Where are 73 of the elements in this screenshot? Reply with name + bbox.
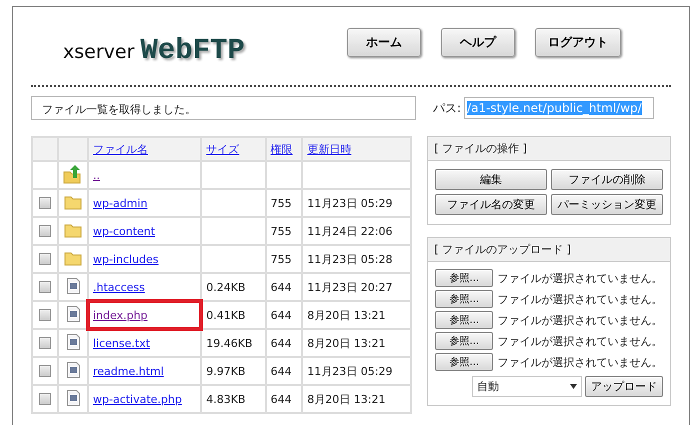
operation-button[interactable]: ファイルの削除 [551,169,663,190]
date-cell: 8月20日 13:21 [307,308,386,322]
permission-cell: 644 [270,308,292,322]
checkbox[interactable] [39,225,51,238]
browse-button[interactable]: 参照... [435,353,494,371]
browse-button[interactable]: 参照... [435,332,494,350]
document-icon [66,306,80,322]
checkbox[interactable] [39,337,51,350]
document-icon [66,390,80,406]
size-cell: 0.41KB [206,308,246,322]
file-status: ファイルが選択されていません。 [497,354,662,370]
size-cell: 4.83KB [206,392,246,406]
document-icon [66,334,80,350]
folder-up-arrow-icon[interactable] [63,164,83,184]
date-cell: 11月24日 22:06 [307,224,392,238]
file-status: ファイルが選択されていません。 [497,270,662,286]
status-message: ファイル一覧を取得しました。 [31,96,416,120]
logo-prefix: xserver [63,40,134,62]
operation-button[interactable]: パーミッション変更 [551,194,663,215]
size-cell: 9.97KB [206,364,246,378]
file-link[interactable]: .. [93,168,100,182]
checkbox[interactable] [39,393,51,406]
file-link[interactable]: wp-admin [93,196,148,210]
file-link[interactable]: license.txt [93,336,150,350]
folder-icon [64,222,82,238]
panel-title: [ ファイルのアップロード ] [428,238,670,262]
permission-cell: 644 [270,280,292,294]
checkbox[interactable] [39,253,51,266]
permission-cell: 644 [270,364,292,378]
checkbox[interactable] [39,309,51,322]
date-cell: 8月20日 13:21 [307,392,386,406]
date-cell: 11月23日 05:28 [307,252,392,266]
document-icon [66,362,80,378]
folder-icon [64,250,82,266]
permission-cell: 755 [270,224,292,238]
checkbox[interactable] [39,197,51,210]
nav-button[interactable]: ホーム [347,28,421,56]
browse-button[interactable]: 参照... [435,311,494,329]
size-cell: 0.24KB [206,280,246,294]
file-status: ファイルが選択されていません。 [497,334,662,348]
file-status: ファイルが選択されていません。 [497,292,662,306]
document-icon [66,278,80,294]
checkbox[interactable] [39,365,51,378]
size-cell: 19.46KB [206,336,252,350]
file-link[interactable]: wp-activate.php [93,392,182,406]
date-cell: 8月20日 13:21 [307,336,386,350]
operation-button[interactable]: 編集 [435,169,548,190]
file-status: ファイルが選択されていません。 [497,312,662,328]
upload-button[interactable]: アップロード [585,376,663,397]
file-link[interactable]: wp-content [93,224,156,238]
dropdown-arrow-icon [570,384,577,389]
file-link[interactable]: .htaccess [93,280,145,294]
checkbox[interactable] [39,281,51,294]
file-link[interactable]: readme.html [93,364,164,378]
file-link[interactable]: wp-includes [93,252,159,266]
nav-button[interactable]: ログアウト [535,28,621,56]
permission-cell: 644 [270,336,292,350]
permission-cell: 755 [270,196,292,210]
panel-title: [ ファイルの操作 ] [428,137,670,161]
operation-button[interactable]: ファイル名の変更 [435,194,548,215]
browse-button[interactable]: 参照... [435,290,494,308]
folder-icon [64,194,82,210]
nav-button[interactable]: ヘルプ [441,28,515,56]
date-cell: 11月23日 05:29 [307,364,392,378]
file-link[interactable]: index.php [93,308,148,322]
browse-button[interactable]: 参照... [435,269,494,287]
permission-cell: 644 [270,392,292,406]
mode-dropdown[interactable]: 自動 [472,376,582,397]
permission-cell: 755 [270,252,292,266]
date-cell: 11月23日 20:27 [307,280,392,294]
path-label: パス: [433,100,462,116]
date-cell: 11月23日 05:29 [307,196,392,210]
logo-title: WebFTP [140,34,245,66]
